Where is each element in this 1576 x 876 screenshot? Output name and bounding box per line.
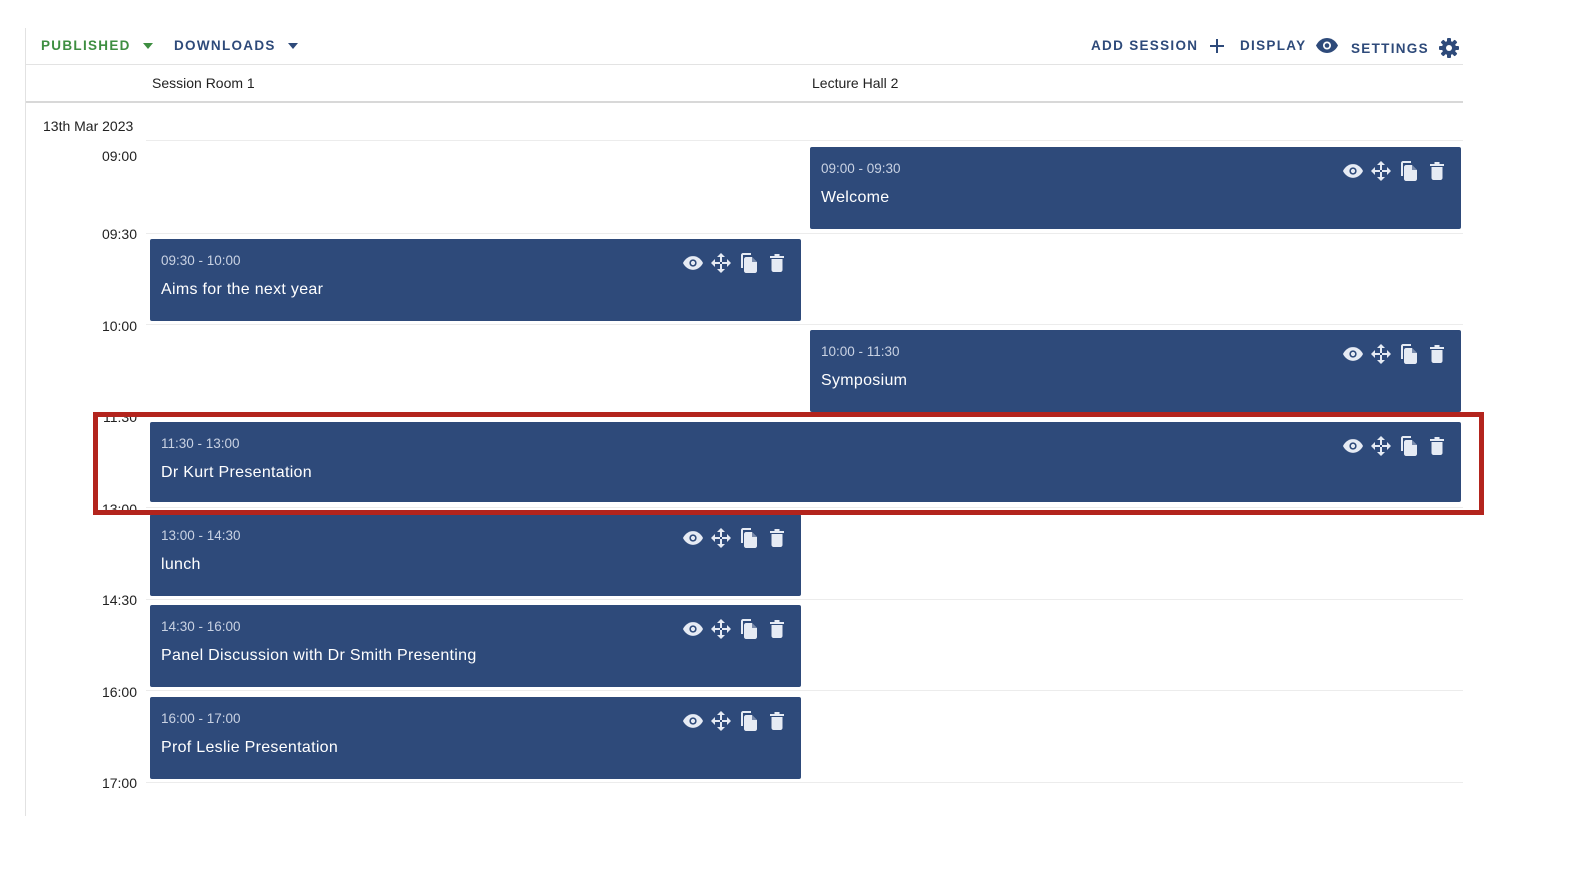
schedule-date: 13th Mar 2023 (43, 118, 134, 134)
session-time-range: 13:00 - 14:30 (161, 528, 241, 543)
add-session-button[interactable]: ADD SESSION (1091, 38, 1225, 53)
move-icon[interactable] (711, 619, 731, 639)
display-button[interactable]: DISPLAY (1240, 38, 1339, 53)
session-title: Symposium (821, 372, 908, 389)
session-time-range: 09:00 - 09:30 (821, 161, 901, 176)
session-actions (683, 619, 787, 639)
session-card[interactable]: 09:00 - 09:30 Welcome (810, 147, 1461, 229)
eye-icon (1316, 38, 1339, 53)
session-time-range: 16:00 - 17:00 (161, 711, 241, 726)
session-time-range: 11:30 - 13:00 (161, 436, 240, 451)
session-actions (1343, 344, 1447, 364)
settings-label: SETTINGS (1351, 40, 1429, 56)
add-session-label: ADD SESSION (1091, 38, 1199, 53)
time-label: 13:00 (101, 501, 137, 517)
copy-icon[interactable] (1399, 344, 1419, 364)
chevron-down-icon (142, 42, 153, 49)
trash-icon[interactable] (1427, 161, 1447, 181)
grid-line (146, 507, 1463, 508)
schedule-panel: PUBLISHED DOWNLOADS ADD SESSION DISPLAY … (25, 28, 1463, 816)
time-label: 09:00 (101, 148, 137, 164)
plus-icon (1210, 38, 1225, 53)
chevron-down-icon (287, 42, 298, 49)
toolbar: PUBLISHED DOWNLOADS ADD SESSION DISPLAY … (26, 28, 1463, 65)
settings-button[interactable]: SETTINGS (1351, 38, 1459, 58)
grid-line (146, 233, 1463, 234)
grid-line (146, 782, 1463, 783)
trash-icon[interactable] (767, 253, 787, 273)
time-label: 17:00 (101, 775, 137, 791)
trash-icon[interactable] (1427, 344, 1447, 364)
grid-line (146, 416, 1463, 417)
session-card[interactable]: 16:00 - 17:00 Prof Leslie Presentation (150, 697, 801, 779)
session-card[interactable]: 11:30 - 13:00 Dr Kurt Presentation (150, 422, 1461, 502)
eye-icon[interactable] (1343, 436, 1363, 456)
move-icon[interactable] (711, 711, 731, 731)
gear-icon (1438, 38, 1459, 58)
session-title: Dr Kurt Presentation (161, 464, 312, 481)
eye-icon[interactable] (683, 711, 703, 731)
trash-icon[interactable] (767, 528, 787, 548)
session-actions (683, 711, 787, 731)
session-title: Prof Leslie Presentation (161, 739, 339, 756)
copy-icon[interactable] (1399, 161, 1419, 181)
move-icon[interactable] (1371, 344, 1391, 364)
copy-icon[interactable] (739, 253, 759, 273)
trash-icon[interactable] (767, 711, 787, 731)
session-card[interactable]: 09:30 - 10:00 Aims for the next year (150, 239, 801, 321)
grid-line (146, 324, 1463, 325)
session-time-range: 09:30 - 10:00 (161, 253, 241, 268)
session-actions (1343, 436, 1447, 456)
session-title: lunch (161, 556, 201, 573)
eye-icon[interactable] (1343, 344, 1363, 364)
eye-icon[interactable] (1343, 161, 1363, 181)
time-label: 14:30 (101, 592, 137, 608)
session-card[interactable]: 13:00 - 14:30 lunch (150, 514, 801, 596)
downloads-dropdown[interactable]: DOWNLOADS (174, 38, 298, 53)
session-title: Aims for the next year (161, 281, 324, 298)
time-label: 09:30 (101, 226, 137, 242)
eye-icon[interactable] (683, 528, 703, 548)
display-label: DISPLAY (1240, 38, 1307, 53)
grid-line (146, 690, 1463, 691)
time-label: 11:30 (103, 409, 137, 425)
copy-icon[interactable] (739, 528, 759, 548)
session-actions (683, 528, 787, 548)
session-card[interactable]: 10:00 - 11:30 Symposium (810, 330, 1461, 412)
room-header: Session Room 1 Lecture Hall 2 (26, 65, 1463, 103)
session-title: Welcome (821, 189, 890, 206)
time-label: 16:00 (101, 684, 137, 700)
session-title: Panel Discussion with Dr Smith Presentin… (161, 647, 477, 664)
published-dropdown[interactable]: PUBLISHED (41, 38, 153, 53)
session-card[interactable]: 14:30 - 16:00 Panel Discussion with Dr S… (150, 605, 801, 687)
downloads-label: DOWNLOADS (174, 38, 276, 53)
move-icon[interactable] (1371, 161, 1391, 181)
time-label: 10:00 (101, 318, 137, 334)
room-header-session-room-1: Session Room 1 (152, 75, 255, 91)
room-header-lecture-hall-2: Lecture Hall 2 (812, 75, 899, 91)
copy-icon[interactable] (739, 619, 759, 639)
session-time-range: 10:00 - 11:30 (821, 344, 900, 359)
grid-line (146, 599, 1463, 600)
move-icon[interactable] (1371, 436, 1391, 456)
trash-icon[interactable] (1427, 436, 1447, 456)
move-icon[interactable] (711, 528, 731, 548)
grid-line (146, 140, 1463, 141)
session-actions (683, 253, 787, 273)
copy-icon[interactable] (1399, 436, 1419, 456)
eye-icon[interactable] (683, 619, 703, 639)
eye-icon[interactable] (683, 253, 703, 273)
session-time-range: 14:30 - 16:00 (161, 619, 241, 634)
move-icon[interactable] (711, 253, 731, 273)
trash-icon[interactable] (767, 619, 787, 639)
session-actions (1343, 161, 1447, 181)
copy-icon[interactable] (739, 711, 759, 731)
published-label: PUBLISHED (41, 38, 131, 53)
